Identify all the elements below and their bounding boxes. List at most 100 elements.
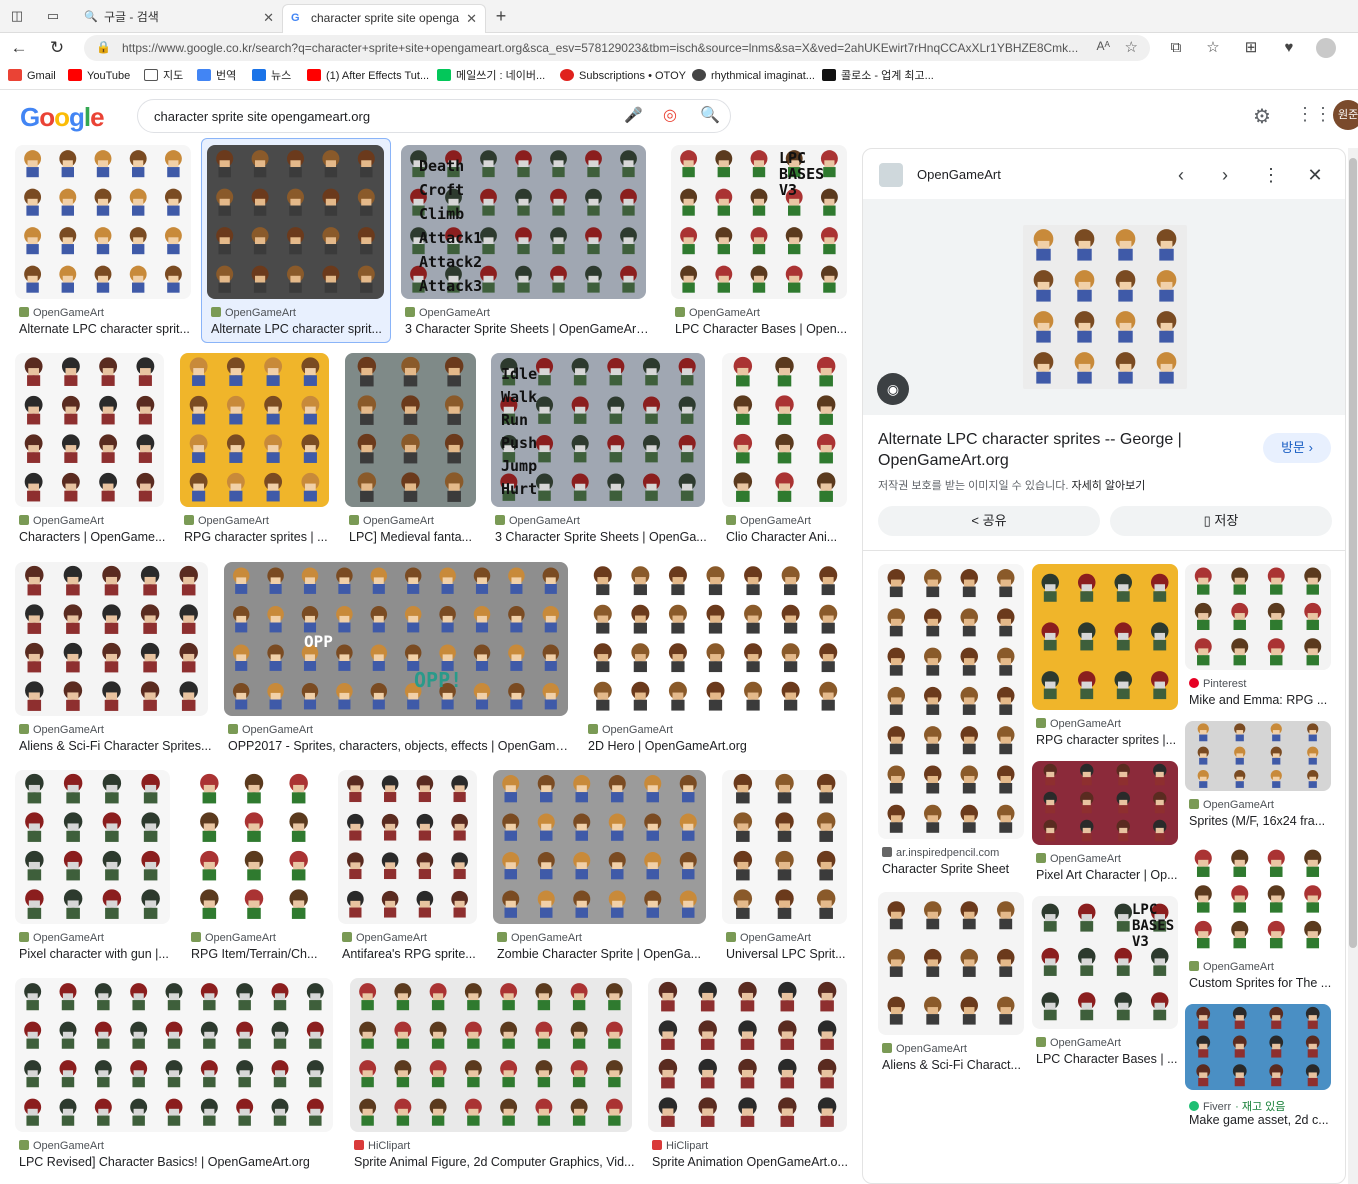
result-title[interactable]: Sprite Animation OpenGameArt.o...	[652, 1155, 851, 1169]
extensions-icon[interactable]: ♥	[1278, 37, 1300, 59]
result-source[interactable]: OpenGameArt	[726, 932, 811, 944]
result-thumbnail[interactable]: OPP OPP!	[224, 562, 568, 716]
result-source[interactable]: OpenGameArt	[342, 932, 427, 944]
tab-active-search[interactable]: G character sprite site opengamear ✕	[282, 4, 486, 33]
result-source[interactable]: OpenGameArt	[19, 724, 104, 736]
result-source[interactable]: OpenGameArt	[228, 724, 313, 736]
result-thumbnail[interactable]	[1185, 564, 1331, 670]
result-source[interactable]: OpenGameArt	[882, 1043, 967, 1055]
result-thumbnail[interactable]	[1032, 761, 1178, 845]
share-button[interactable]: < 공유	[878, 506, 1100, 536]
result-source[interactable]: OpenGameArt	[726, 515, 811, 527]
result-source[interactable]: OpenGameArt	[1036, 1037, 1121, 1049]
microphone-icon[interactable]: 🎤	[624, 106, 643, 124]
result-source[interactable]: HiClipart	[652, 1140, 708, 1152]
result-title[interactable]: Make game asset, 2d c...	[1189, 1113, 1335, 1127]
scrollbar-thumb[interactable]	[1349, 158, 1357, 948]
result-thumbnail[interactable]	[1032, 564, 1178, 710]
result-source[interactable]: OpenGameArt	[1189, 961, 1274, 973]
collections-icon[interactable]: ⊞	[1240, 37, 1262, 59]
result-title[interactable]: Pixel Art Character | Op...	[1036, 868, 1182, 882]
result-thumbnail[interactable]	[345, 353, 476, 507]
result-thumbnail[interactable]	[584, 562, 847, 716]
next-icon[interactable]: ›	[1215, 165, 1235, 186]
search-box[interactable]: character sprite site opengameart.org 🎤 …	[137, 99, 731, 133]
close-tab-icon[interactable]: ✕	[466, 5, 477, 32]
split-screen-icon[interactable]: ⧉	[1165, 37, 1187, 59]
search-input[interactable]: character sprite site opengameart.org	[154, 109, 370, 124]
result-thumbnail[interactable]: Death Croft Climb Attack1 Attack2 Attack3	[401, 145, 646, 299]
result-source[interactable]: ar.inspiredpencil.com	[882, 847, 999, 859]
apps-grid-icon[interactable]: ⋮⋮	[1296, 104, 1332, 125]
result-thumbnail[interactable]	[187, 770, 321, 924]
previous-icon[interactable]: ‹	[1171, 165, 1191, 186]
result-thumbnail[interactable]	[15, 978, 333, 1132]
result-source[interactable]: OpenGameArt	[588, 724, 673, 736]
result-title[interactable]: 3 Character Sprite Sheets | OpenGameArt.…	[405, 322, 650, 336]
result-thumbnail[interactable]	[493, 770, 706, 924]
save-button[interactable]: ▯ 저장	[1110, 506, 1332, 536]
result-source[interactable]: HiClipart	[354, 1140, 410, 1152]
result-thumbnail[interactable]: Idle Walk Run Push Jump Hurt	[491, 353, 705, 507]
close-tab-icon[interactable]: ✕	[263, 4, 274, 31]
result-source[interactable]: OpenGameArt	[19, 1140, 104, 1152]
result-thumbnail[interactable]	[1185, 1004, 1331, 1090]
result-title[interactable]: Custom Sprites for The ...	[1189, 976, 1335, 990]
profile-icon[interactable]	[1316, 38, 1336, 58]
bookmark-translate[interactable]: 번역	[197, 69, 236, 84]
result-source[interactable]: OpenGameArt	[1036, 718, 1121, 730]
result-title[interactable]: OPP2017 - Sprites, characters, objects, …	[228, 739, 572, 753]
result-title[interactable]: Universal LPC Sprit...	[726, 947, 851, 961]
result-title[interactable]: Character Sprite Sheet	[882, 862, 1028, 876]
visit-button[interactable]: 방문 ›	[1263, 433, 1331, 463]
scrollbar[interactable]	[1348, 148, 1358, 1184]
result-source[interactable]: OpenGameArt	[405, 307, 490, 319]
result-title[interactable]: RPG character sprites |...	[1036, 733, 1182, 747]
tab-actions-icon[interactable]: ▭	[44, 8, 62, 24]
result-thumbnail[interactable]	[722, 770, 847, 924]
bookmark-youtube[interactable]: YouTube	[68, 69, 130, 84]
result-thumbnail[interactable]	[1185, 721, 1331, 791]
result-thumbnail[interactable]	[338, 770, 477, 924]
result-thumbnail[interactable]	[15, 562, 208, 716]
result-title[interactable]: RPG character sprites | ...	[184, 530, 333, 544]
result-source[interactable]: OpenGameArt	[497, 932, 582, 944]
settings-gear-icon[interactable]: ⚙	[1253, 104, 1271, 129]
result-title[interactable]: Zombie Character Sprite | OpenGa...	[497, 947, 710, 961]
new-tab-icon[interactable]: +	[492, 7, 510, 25]
result-title[interactable]: LPC] Medieval fanta...	[349, 530, 480, 544]
result-thumbnail[interactable]	[207, 145, 384, 299]
result-source[interactable]: OpenGameArt	[1036, 853, 1121, 865]
google-lens-icon[interactable]: ◎	[663, 105, 677, 125]
result-thumbnail[interactable]	[350, 978, 632, 1132]
url-field[interactable]: 🔒 https://www.google.co.kr/search?q=char…	[84, 35, 1150, 61]
google-logo[interactable]: Google	[20, 102, 105, 133]
avatar[interactable]: 원준	[1333, 100, 1358, 130]
workspaces-icon[interactable]: ◫	[8, 8, 26, 24]
result-title[interactable]: 2D Hero | OpenGameArt.org	[588, 739, 851, 753]
result-thumbnail[interactable]	[180, 353, 329, 507]
more-options-icon[interactable]: ⋮	[1261, 165, 1281, 186]
result-thumbnail[interactable]	[648, 978, 847, 1132]
bookmark-after-effects[interactable]: (1) After Effects Tut...	[307, 69, 429, 84]
result-title[interactable]: Aliens & Sci-Fi Character Sprites...	[19, 739, 212, 753]
bookmark-otoy[interactable]: Subscriptions • OTOY	[560, 69, 686, 84]
result-title[interactable]: Pixel character with gun |...	[19, 947, 174, 961]
result-thumbnail[interactable]	[1185, 846, 1331, 953]
result-title[interactable]: LPC Character Bases | ...	[1036, 1052, 1182, 1066]
result-title[interactable]: Sprite Animal Figure, 2d Computer Graphi…	[354, 1155, 636, 1169]
result-thumbnail[interactable]	[722, 353, 847, 507]
result-title[interactable]: Aliens & Sci-Fi Charact...	[882, 1058, 1028, 1072]
close-icon[interactable]: ✕	[1305, 165, 1325, 186]
result-title[interactable]: Clio Character Ani...	[726, 530, 851, 544]
result-title[interactable]: Alternate LPC character sprit...	[19, 322, 195, 336]
result-thumbnail[interactable]	[15, 145, 191, 299]
result-source[interactable]: OpenGameArt	[19, 932, 104, 944]
result-thumbnail[interactable]: LPC BASES V3	[1032, 896, 1178, 1029]
result-thumbnail[interactable]	[878, 564, 1024, 839]
bookmark-rhythmical[interactable]: rhythmical imaginat...	[692, 69, 815, 84]
result-source[interactable]: OpenGameArt	[675, 307, 760, 319]
result-title[interactable]: Sprites (M/F, 16x24 fra...	[1189, 814, 1335, 828]
result-thumbnail[interactable]	[878, 892, 1024, 1035]
result-source[interactable]: Fiverr · 재고 있음	[1189, 1098, 1285, 1114]
